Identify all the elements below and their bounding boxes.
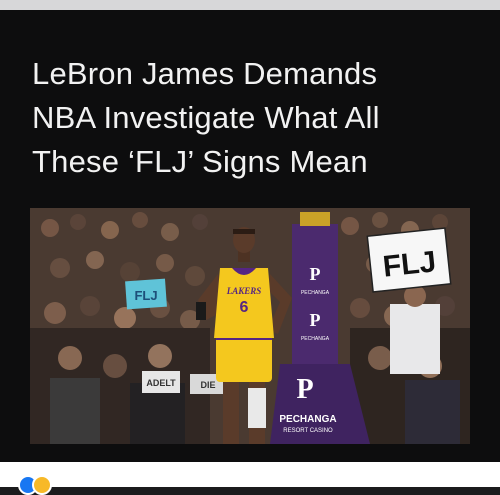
- svg-text:ADELT: ADELT: [146, 378, 176, 388]
- svg-text:FLJ: FLJ: [134, 288, 157, 303]
- svg-text:6: 6: [240, 299, 249, 316]
- svg-text:P: P: [296, 374, 313, 405]
- svg-text:LAKERS: LAKERS: [226, 286, 262, 296]
- headline-line-2: NBA Investigate What All: [32, 100, 380, 135]
- headline-line-3: These ‘FLJ’ Signs Mean: [32, 144, 368, 179]
- post-footer: [0, 462, 500, 495]
- svg-text:FLJ: FLJ: [381, 245, 438, 283]
- svg-text:RESORT CASINO: RESORT CASINO: [283, 428, 333, 434]
- svg-text:PECHANGA: PECHANGA: [279, 414, 336, 425]
- headline-line-1: LeBron James Demands: [32, 56, 378, 91]
- top-strip: [0, 0, 500, 10]
- svg-text:DIE: DIE: [200, 380, 215, 390]
- post-headline[interactable]: LeBron James Demands NBA Investigate Wha…: [32, 52, 472, 184]
- haha-reaction-icon: [32, 475, 52, 495]
- post-card[interactable]: LeBron James Demands NBA Investigate Wha…: [0, 10, 500, 462]
- fan-sign-left: FLJ: [125, 278, 167, 310]
- post-photo[interactable]: FLJ ADELT DIE P PECHANGA P PECHANGA P PE…: [30, 208, 470, 444]
- svg-text:P: P: [310, 264, 321, 284]
- reactions[interactable]: [18, 475, 58, 495]
- svg-text:PECHANGA: PECHANGA: [301, 290, 330, 296]
- svg-text:P: P: [310, 310, 321, 330]
- svg-text:PECHANGA: PECHANGA: [301, 336, 330, 342]
